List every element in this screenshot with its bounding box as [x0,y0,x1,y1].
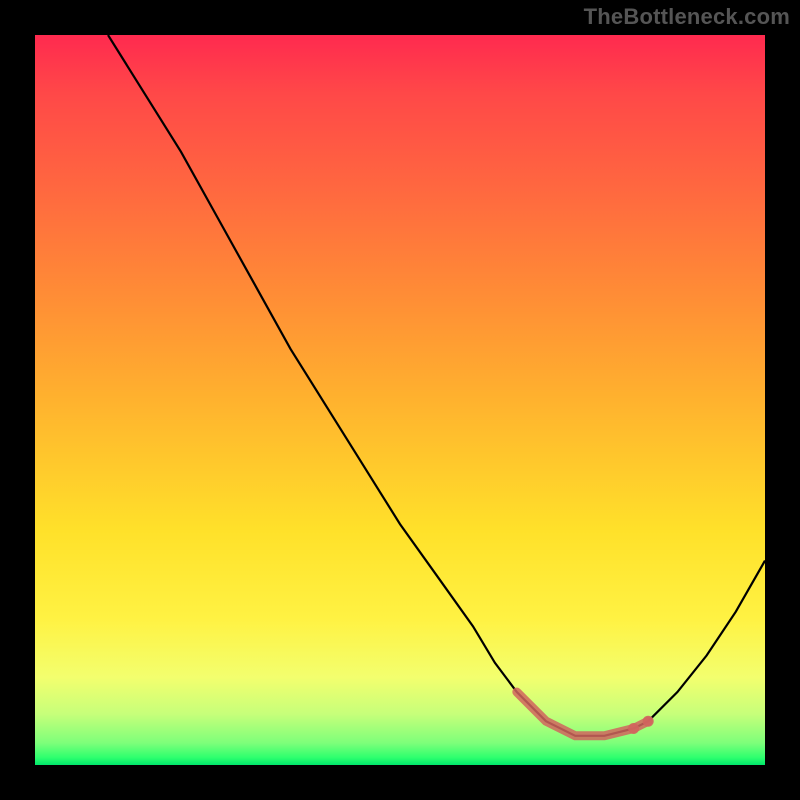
plot-overlay [35,35,765,765]
optimal-range-dot-a [628,723,639,734]
optimal-range-highlight [517,692,654,736]
watermark-text: TheBottleneck.com [584,4,790,30]
chart-frame: TheBottleneck.com [0,0,800,800]
bottleneck-curve [108,35,765,736]
optimal-range-dot-b [643,716,654,727]
